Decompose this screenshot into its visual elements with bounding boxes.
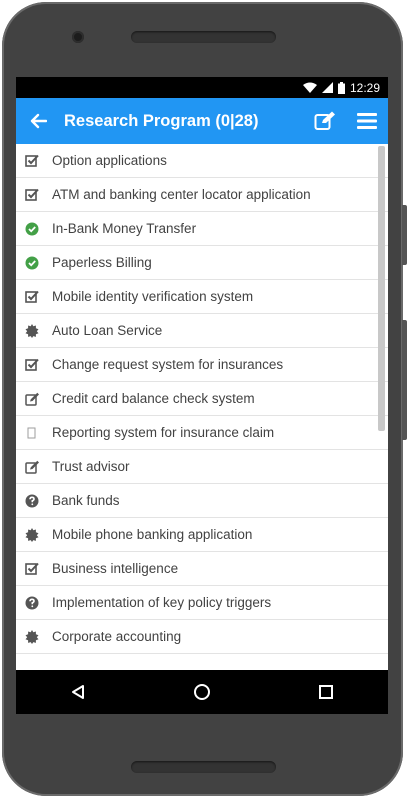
list-item[interactable]: Credit card balance check system xyxy=(16,382,388,416)
list-item[interactable]: Change request system for insurances xyxy=(16,348,388,382)
list-item[interactable]: ATM and banking center locator applicati… xyxy=(16,178,388,212)
list-item-label: Option applications xyxy=(52,153,167,168)
list-item[interactable]: In-Bank Money Transfer xyxy=(16,212,388,246)
nav-back-button[interactable] xyxy=(48,670,108,714)
volume-button xyxy=(402,205,407,265)
back-button[interactable] xyxy=(16,98,60,144)
nav-home-circle-icon xyxy=(194,684,210,700)
list-item-label: Bank funds xyxy=(52,493,120,508)
signal-icon xyxy=(321,82,333,93)
battery-icon xyxy=(337,81,345,94)
list-item-label: Trust advisor xyxy=(52,459,130,474)
status-time: 12:29 xyxy=(349,80,380,95)
question-circle-icon xyxy=(24,493,40,509)
list-item-label: Mobile phone banking application xyxy=(52,527,253,542)
question-circle-icon xyxy=(24,595,40,611)
status-bar: 12:29 xyxy=(16,77,388,98)
scrollbar[interactable] xyxy=(378,146,385,431)
list-item[interactable]: Trust advisor xyxy=(16,450,388,484)
menu-button[interactable] xyxy=(346,98,388,144)
edit-square-icon xyxy=(24,391,40,407)
checkbox-checked-icon xyxy=(24,357,40,373)
edit-icon xyxy=(314,111,335,130)
arrow-left-icon xyxy=(30,113,47,129)
cog-icon xyxy=(24,323,40,339)
list-item[interactable]: Implementation of key policy triggers xyxy=(16,586,388,620)
list-item-label: Change request system for insurances xyxy=(52,357,284,372)
list-item[interactable]: Reporting system for insurance claim xyxy=(16,416,388,450)
list-item[interactable]: Mobile phone banking application xyxy=(16,518,388,552)
list-item-label: In-Bank Money Transfer xyxy=(52,221,197,236)
nav-home-button[interactable] xyxy=(172,670,232,714)
app-bar: Research Program (0|28) xyxy=(16,98,388,144)
checkbox-checked-icon xyxy=(24,187,40,203)
cog-icon xyxy=(24,527,40,543)
page-title: Research Program (0|28) xyxy=(64,111,259,130)
checkbox-checked-icon xyxy=(24,289,40,305)
wifi-icon xyxy=(302,82,317,93)
system-nav-bar xyxy=(16,670,388,714)
front-camera xyxy=(72,31,84,43)
list-item[interactable]: Auto Loan Service xyxy=(16,314,388,348)
list-item[interactable]: Corporate accounting xyxy=(16,620,388,654)
list-item[interactable]: Paperless Billing xyxy=(16,246,388,280)
list-item-label: Implementation of key policy triggers xyxy=(52,595,272,610)
list-item[interactable]: Bank funds xyxy=(16,484,388,518)
cog-icon xyxy=(24,629,40,645)
nav-recents-button[interactable] xyxy=(296,670,356,714)
list-item-label: ATM and banking center locator applicati… xyxy=(52,187,311,202)
edit-square-icon xyxy=(24,459,40,475)
list-item[interactable]: Option applications xyxy=(16,144,388,178)
list-item-label: Paperless Billing xyxy=(52,255,152,270)
check-circle-icon xyxy=(24,255,40,271)
list-item-label: Auto Loan Service xyxy=(52,323,163,338)
empty-square-icon xyxy=(24,425,40,441)
list-item[interactable]: Business intelligence xyxy=(16,552,388,586)
power-button xyxy=(402,320,407,440)
list-item-label: Reporting system for insurance claim xyxy=(52,425,275,440)
hamburger-menu-icon xyxy=(357,113,377,129)
top-speaker xyxy=(131,31,276,43)
bottom-speaker xyxy=(131,761,276,773)
list-item-label: Credit card balance check system xyxy=(52,391,255,406)
checkbox-checked-icon xyxy=(24,561,40,577)
nav-recents-square-icon xyxy=(319,685,333,699)
checkbox-checked-icon xyxy=(24,153,40,169)
list-item-label: Mobile identity verification system xyxy=(52,289,254,304)
screen: 12:29 Research Program (0|28) Option app… xyxy=(16,77,388,714)
list-item-label: Business intelligence xyxy=(52,561,179,576)
edit-button[interactable] xyxy=(304,98,346,144)
program-list: Option applications ATM and banking cente… xyxy=(16,144,388,670)
nav-back-triangle-icon xyxy=(72,685,84,699)
check-circle-icon xyxy=(24,221,40,237)
list-item-label: Corporate accounting xyxy=(52,629,182,644)
list-item[interactable]: Mobile identity verification system xyxy=(16,280,388,314)
